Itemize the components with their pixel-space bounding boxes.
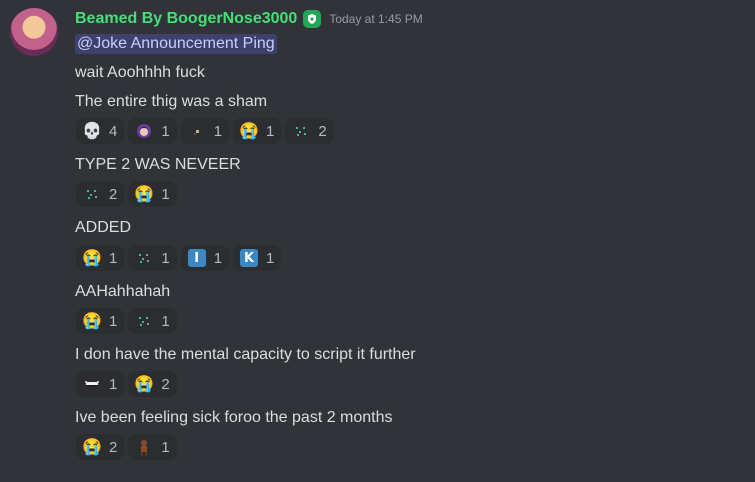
reaction-loudly-crying[interactable]: 😭 2 — [76, 434, 125, 460]
loudly-crying-icon: 😭 — [134, 186, 155, 203]
message-line: wait Aoohhhh fuck — [75, 64, 205, 81]
reaction-count: 1 — [109, 375, 118, 393]
loudly-crying-icon: 😭 — [239, 123, 259, 140]
reaction-grimace-face[interactable]: 1 — [76, 371, 125, 397]
green-sparkle-icon — [83, 185, 101, 203]
reaction-count: 1 — [266, 249, 275, 267]
regional-indicator-letter: K — [240, 249, 259, 267]
reaction-count: 2 — [318, 122, 327, 140]
reaction-loudly-crying[interactable]: 😭 1 — [128, 181, 177, 207]
message-line: AAHahhahah — [75, 283, 171, 300]
message-line: TYPE 2 WAS NEVEER — [75, 156, 241, 173]
reaction-count: 4 — [109, 122, 118, 140]
reaction-count: 1 — [161, 438, 170, 456]
reaction-bar: 😭 1 1 I 1 K 1 — [76, 245, 282, 271]
green-sparkle-icon — [292, 122, 310, 140]
reaction-green-sparkle[interactable]: 2 — [285, 118, 334, 144]
reaction-loudly-crying[interactable]: 😭 1 — [233, 118, 282, 144]
message-line: The entire thig was a sham — [75, 93, 268, 110]
reaction-skull[interactable]: 💀 4 — [76, 118, 125, 144]
reaction-count: 1 — [213, 249, 223, 267]
message-line: Ive been feeling sick foroo the past 2 m… — [75, 409, 393, 426]
grimace-face-icon — [83, 375, 101, 393]
purple-character-icon — [135, 122, 153, 140]
avatar[interactable] — [10, 8, 58, 56]
regional-indicator-k-icon: K — [240, 249, 259, 267]
reaction-green-sparkle[interactable]: 2 — [76, 181, 125, 207]
reaction-bar: 2 😭 1 — [76, 181, 177, 207]
reaction-bar: 😭 1 1 — [76, 308, 177, 334]
reaction-count: 2 — [109, 185, 118, 203]
reaction-green-sparkle[interactable]: 1 — [128, 308, 177, 334]
reaction-count: 2 — [109, 438, 118, 456]
reaction-bar: 1 😭 2 — [76, 371, 177, 397]
reaction-regional-i[interactable]: I 1 — [180, 245, 230, 271]
reaction-count: 1 — [161, 122, 170, 140]
timestamp[interactable]: Today at 1:45 PM — [329, 12, 422, 26]
green-sparkle-icon — [135, 312, 153, 330]
reaction-count: 1 — [213, 122, 223, 140]
reaction-count: 1 — [161, 312, 170, 330]
reaction-purple-character[interactable]: 1 — [128, 118, 177, 144]
reaction-count: 1 — [266, 122, 275, 140]
reaction-regional-k[interactable]: K 1 — [233, 245, 282, 271]
reaction-bar: 😭 2 1 — [76, 434, 177, 460]
reaction-tiny-bug[interactable]: 1 — [180, 118, 230, 144]
role-mention[interactable]: @Joke Announcement Ping — [75, 34, 277, 54]
reaction-count: 1 — [161, 249, 170, 267]
regional-indicator-i-icon: I — [187, 249, 206, 267]
reaction-green-sparkle[interactable]: 1 — [128, 245, 177, 271]
green-sparkle-icon — [135, 249, 153, 267]
brown-figure-icon — [135, 438, 153, 456]
reaction-loudly-crying[interactable]: 😭 1 — [76, 308, 125, 334]
loudly-crying-icon: 😭 — [82, 439, 102, 456]
shield-badge-icon[interactable] — [303, 10, 322, 28]
reaction-count: 1 — [109, 249, 118, 267]
username[interactable]: Beamed By BoogerNose3000 — [75, 10, 297, 28]
reaction-count: 1 — [109, 312, 118, 330]
reaction-count: 2 — [161, 375, 170, 393]
reaction-brown-figure[interactable]: 1 — [128, 434, 177, 460]
message-line: ADDED — [75, 219, 132, 236]
loudly-crying-icon: 😭 — [82, 250, 102, 267]
skull-icon: 💀 — [82, 123, 102, 140]
regional-indicator-letter: I — [187, 249, 206, 267]
loudly-crying-icon: 😭 — [82, 313, 102, 330]
message-line: I don have the mental capacity to script… — [75, 346, 416, 363]
tiny-bug-icon — [188, 122, 206, 140]
reaction-bar: 💀 4 1 1 😭 1 2 — [76, 118, 334, 144]
message-header: Beamed By BoogerNose3000 Today at 1:45 P… — [75, 8, 423, 30]
reaction-loudly-crying[interactable]: 😭 1 — [76, 245, 125, 271]
loudly-crying-icon: 😭 — [134, 376, 155, 393]
reaction-loudly-crying[interactable]: 😭 2 — [128, 371, 177, 397]
reaction-count: 1 — [161, 185, 170, 203]
